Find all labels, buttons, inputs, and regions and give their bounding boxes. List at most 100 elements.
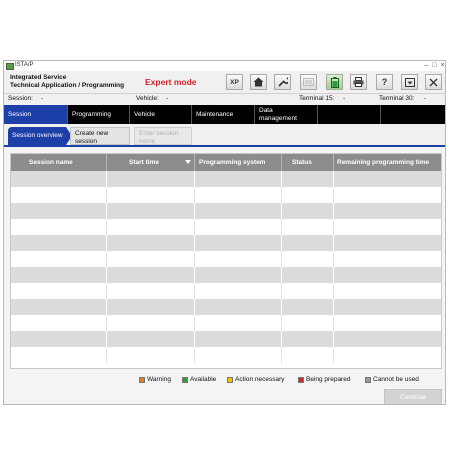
table-row[interactable]: [11, 267, 441, 283]
warning-icon: [139, 376, 145, 383]
table-row[interactable]: [11, 315, 441, 331]
table-cell: [107, 315, 195, 331]
terminal30-label: Terminal 30:: [379, 95, 415, 102]
table-row[interactable]: [11, 235, 441, 251]
table-row[interactable]: [11, 203, 441, 219]
terminal30-value: -: [424, 95, 427, 102]
app-header: Integrated Service Technical Application…: [4, 71, 445, 93]
table-row[interactable]: [11, 283, 441, 299]
table-body: [11, 171, 441, 368]
table-cell: [282, 347, 334, 363]
help-button[interactable]: ?: [376, 74, 393, 90]
table-cell: [107, 235, 195, 251]
table-cell: [334, 235, 441, 251]
table-cell: [107, 331, 195, 347]
table-row[interactable]: [11, 219, 441, 235]
table-cell: [334, 331, 441, 347]
xp-icon: XP: [230, 78, 239, 86]
xp-button[interactable]: XP: [226, 74, 243, 90]
legend-warning: Warning: [139, 376, 171, 383]
table-cell: [282, 219, 334, 235]
app-name-line1: Integrated Service: [10, 74, 67, 81]
table-row[interactable]: [11, 171, 441, 187]
nav-maintenance[interactable]: Maintenance: [192, 105, 255, 124]
tab-create-label-1: Create new: [75, 130, 109, 137]
table-cell: [195, 235, 282, 251]
table-cell: [334, 299, 441, 315]
table-row[interactable]: [11, 299, 441, 315]
nav-vehicle[interactable]: Vehicle: [130, 105, 192, 124]
nav-session[interactable]: Session: [4, 105, 68, 124]
minimize-panel-button[interactable]: [401, 74, 418, 90]
print-button[interactable]: [350, 74, 367, 90]
table-cell: [107, 171, 195, 187]
screen-icon: [303, 78, 314, 86]
table-cell: [334, 171, 441, 187]
col-start-time[interactable]: Start time: [107, 154, 195, 171]
col-session-name[interactable]: Session name: [11, 154, 107, 171]
table-cell: [195, 187, 282, 203]
continue-button[interactable]: Continue: [384, 389, 442, 404]
table-cell: [334, 267, 441, 283]
tab-session-overview-label: Session overview: [12, 132, 63, 139]
table-cell: [11, 235, 107, 251]
dropdown-panel-icon: [404, 77, 415, 87]
terminal15-label: Terminal 15:: [299, 95, 335, 102]
app-name: Integrated Service Technical Application…: [10, 74, 124, 90]
table-cell: [107, 251, 195, 267]
table-cell: [195, 331, 282, 347]
col-status[interactable]: Status: [282, 154, 334, 171]
table-row[interactable]: [11, 347, 441, 363]
table-cell: [282, 299, 334, 315]
legend-action-label: Action necessary: [235, 376, 285, 383]
legend-cannot: Cannot be used: [365, 376, 419, 383]
table-cell: [282, 331, 334, 347]
table-row[interactable]: [11, 187, 441, 203]
table-cell: [334, 251, 441, 267]
table-cell: [282, 235, 334, 251]
close-icon: [429, 78, 438, 86]
table-cell: [334, 219, 441, 235]
cannot-be-used-icon: [365, 376, 371, 383]
table-cell: [195, 347, 282, 363]
table-cell: [195, 283, 282, 299]
nav-data-management[interactable]: Data management: [255, 105, 318, 124]
tab-session-overview[interactable]: Session overview: [8, 127, 72, 145]
tab-enter-session-name: Enter session name: [134, 127, 192, 145]
nav-empty-2: [381, 105, 443, 124]
table-cell: [11, 267, 107, 283]
nav-programming[interactable]: Programming: [68, 105, 130, 124]
table-cell: [107, 219, 195, 235]
table-cell: [11, 203, 107, 219]
wrench-button[interactable]: [274, 74, 291, 90]
app-name-line2: Technical Application / Programming: [10, 82, 125, 89]
col-programming-system[interactable]: Programming system: [195, 154, 282, 171]
table-cell: [107, 347, 195, 363]
home-button[interactable]: [250, 74, 267, 90]
col-start-time-label: Start time: [129, 159, 159, 166]
tab-create-new-session[interactable]: Create new session: [70, 127, 130, 145]
being-prepared-icon: [298, 376, 304, 383]
sort-descending-icon: [185, 160, 191, 164]
legend-cannot-label: Cannot be used: [373, 376, 419, 383]
table-cell: [11, 331, 107, 347]
table-cell: [282, 187, 334, 203]
screen-button[interactable]: [300, 74, 317, 90]
table-cell: [11, 219, 107, 235]
table-cell: [282, 251, 334, 267]
table-cell: [334, 315, 441, 331]
col-remaining-time[interactable]: Remaining programming time: [334, 154, 441, 171]
app-icon: [6, 63, 14, 70]
close-window-icon[interactable]: ×: [438, 61, 445, 70]
close-app-button[interactable]: [425, 74, 442, 90]
action-necessary-icon: [227, 376, 233, 383]
table-cell: [195, 203, 282, 219]
window-title: ISTA/P: [15, 62, 34, 68]
legend-available: Available: [182, 376, 216, 383]
table-row[interactable]: [11, 251, 441, 267]
table-cell: [195, 267, 282, 283]
table-cell: [282, 283, 334, 299]
table-row[interactable]: [11, 331, 441, 347]
battery-button[interactable]: [326, 74, 343, 90]
table-cell: [11, 347, 107, 363]
